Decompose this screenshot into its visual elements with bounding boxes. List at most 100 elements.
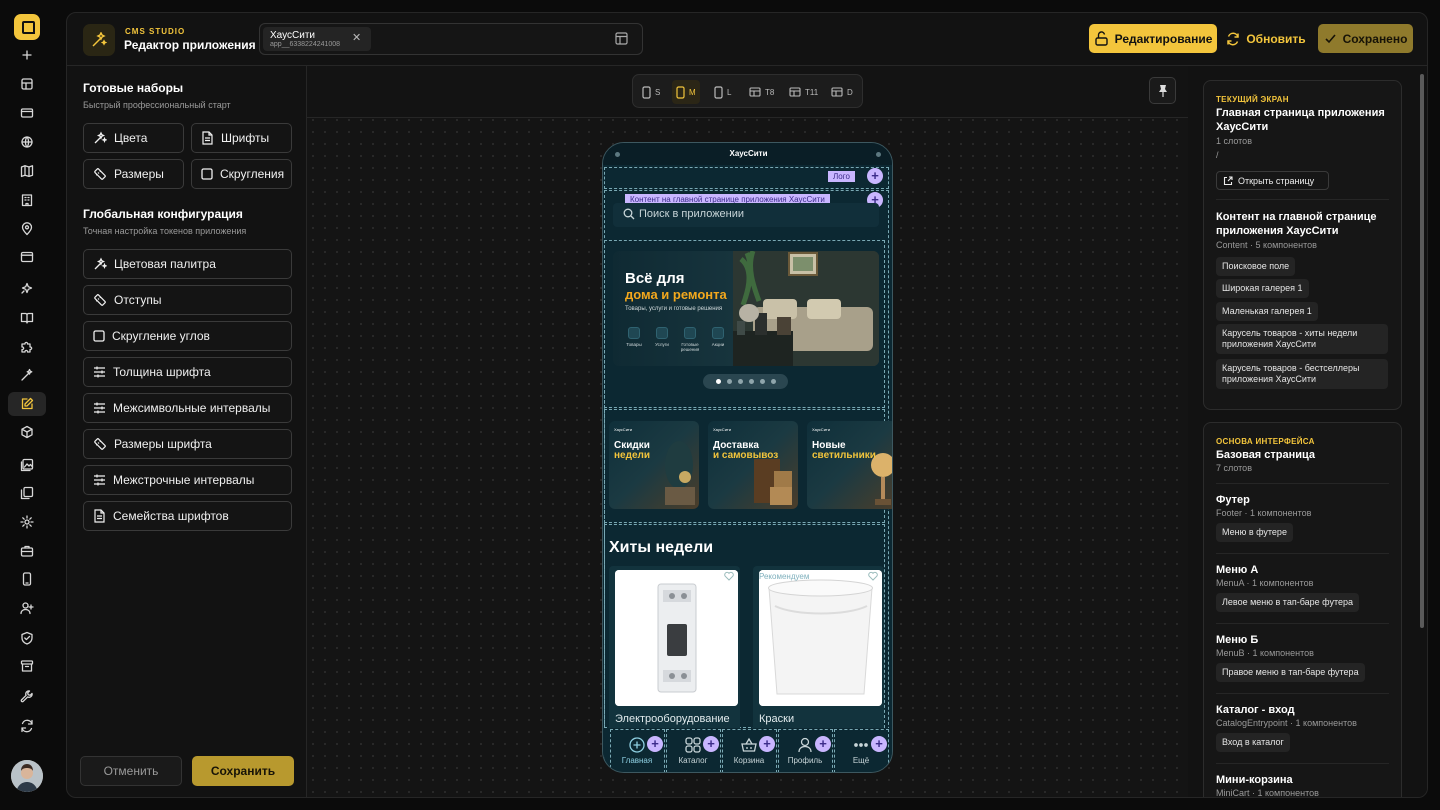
archive-icon[interactable] <box>8 654 46 678</box>
carousel-dot[interactable] <box>770 379 776 384</box>
preset-2-button[interactable]: Размеры <box>83 159 184 189</box>
shield-icon[interactable] <box>8 626 46 650</box>
component-item[interactable]: Правое меню в тап-баре футера <box>1216 663 1365 682</box>
carousel-dot[interactable] <box>748 379 754 384</box>
presets-title: Готовые наборы <box>83 81 184 95</box>
component-item[interactable]: Поисковое поле <box>1216 257 1296 276</box>
browser-icon[interactable] <box>8 245 46 269</box>
scrollbar[interactable] <box>1420 74 1424 628</box>
carousel-dot[interactable] <box>759 379 765 384</box>
product-card[interactable]: Электрооборудование <box>609 566 740 736</box>
building-icon[interactable] <box>8 188 46 212</box>
sync-icon[interactable] <box>8 714 46 738</box>
app-logo[interactable] <box>14 14 40 40</box>
camera-dot <box>876 152 881 157</box>
carousel-dot[interactable] <box>737 379 743 384</box>
card-icon[interactable] <box>8 101 46 125</box>
token-group-3-button[interactable]: Толщина шрифта <box>83 357 292 387</box>
image-icon[interactable] <box>8 453 46 477</box>
cube-icon[interactable] <box>8 420 46 444</box>
breakpoint-m[interactable]: M <box>672 80 700 104</box>
small-banner[interactable]: ХаусСити Новые светильники <box>807 421 892 509</box>
token-group-label: Отступы <box>114 293 162 307</box>
breakpoint-t11[interactable]: T11 <box>785 80 822 104</box>
preset-1-button[interactable]: Шрифты <box>191 123 292 153</box>
product-card[interactable]: Рекомендуем Краски <box>753 566 884 736</box>
heart-icon[interactable] <box>868 571 878 581</box>
edit-icon[interactable] <box>8 392 46 416</box>
breakpoint-l[interactable]: L <box>710 80 735 104</box>
book-icon[interactable] <box>8 306 46 330</box>
breakpoint-d[interactable]: D <box>827 80 857 104</box>
search-field[interactable]: Поиск в приложении <box>613 203 879 227</box>
add-to-tab-slot-button[interactable]: + <box>647 736 663 752</box>
add-to-tab-slot-button[interactable]: + <box>815 736 831 752</box>
pin-button[interactable] <box>1149 77 1176 104</box>
heart-icon[interactable] <box>724 571 734 581</box>
pin-icon[interactable] <box>8 217 46 241</box>
save-button[interactable]: Сохранить <box>192 756 294 786</box>
cancel-button[interactable]: Отменить <box>80 756 182 786</box>
breakpoint-t8[interactable]: T8 <box>745 80 778 104</box>
add-to-tab-slot-button[interactable]: + <box>871 736 887 752</box>
product-image <box>615 570 738 706</box>
token-group-5-button[interactable]: Размеры шрифта <box>83 429 292 459</box>
component-item[interactable]: Левое меню в тап-баре футера <box>1216 593 1360 612</box>
avatar[interactable] <box>11 760 43 792</box>
add-to-tab-slot-button[interactable]: + <box>759 736 775 752</box>
saved-button[interactable]: Сохранено <box>1318 24 1413 53</box>
open-page-button[interactable]: Открыть страницу <box>1216 171 1329 190</box>
tab-label: Профиль <box>787 756 823 765</box>
component-item[interactable]: Карусель товаров - бестселлеры приложени… <box>1216 359 1388 389</box>
current-screen-path: / <box>1216 150 1219 160</box>
user-plus-icon[interactable] <box>8 596 46 620</box>
edit-mode-button[interactable]: Редактирование <box>1089 24 1217 53</box>
refresh-button[interactable]: Обновить <box>1225 24 1307 53</box>
preset-0-button[interactable]: Цвета <box>83 123 184 153</box>
plus-icon[interactable] <box>8 43 46 67</box>
small-banner[interactable]: ХаусСити Доставка и самовывоз <box>708 421 798 509</box>
phone-icon <box>714 85 723 99</box>
copy-icon[interactable] <box>8 481 46 505</box>
token-group-7-button[interactable]: Семейства шрифтов <box>83 501 292 531</box>
hits-title: Хиты недели <box>609 539 714 556</box>
component-item[interactable]: Карусель товаров - хиты недели приложени… <box>1216 324 1388 354</box>
globe-icon[interactable] <box>8 130 46 154</box>
sparkle-icon[interactable] <box>8 277 46 301</box>
wand-icon[interactable] <box>8 363 46 387</box>
close-icon[interactable]: ✕ <box>352 31 361 44</box>
token-group-0-button[interactable]: Цветовая палитра <box>83 249 292 279</box>
presets-subtitle: Быстрый профессиональный старт <box>83 100 231 110</box>
file-icon <box>93 509 106 523</box>
briefcase-icon[interactable] <box>8 539 46 563</box>
component-item[interactable]: Маленькая галерея 1 <box>1216 302 1318 321</box>
add-to-logo-slot-button[interactable]: + <box>867 168 883 184</box>
wrench-icon[interactable] <box>8 685 46 709</box>
component-item[interactable]: Вход в каталог <box>1216 733 1290 752</box>
component-item[interactable]: Меню в футере <box>1216 523 1293 542</box>
pin-icon <box>1158 84 1167 97</box>
settings-icon[interactable] <box>8 510 46 534</box>
token-group-4-button[interactable]: Межсимвольные интервалы <box>83 393 292 423</box>
divider <box>1216 693 1389 694</box>
puzzle-icon[interactable] <box>8 335 46 359</box>
add-to-tab-slot-button[interactable]: + <box>703 736 719 752</box>
token-group-2-button[interactable]: Скругление углов <box>83 321 292 351</box>
hero-banner[interactable]: Всё для дома и ремонта Товары, услуги и … <box>613 251 879 366</box>
preset-3-button[interactable]: Скругления <box>191 159 292 189</box>
small-banner[interactable]: ХаусСити Скидки недели <box>609 421 699 509</box>
token-group-6-button[interactable]: Межстрочные интервалы <box>83 465 292 495</box>
layout-icon[interactable] <box>8 72 46 96</box>
banner-feature: Акции <box>707 327 729 347</box>
breakpoint-s[interactable]: S <box>638 80 664 104</box>
carousel-dot[interactable] <box>726 379 732 384</box>
layout-icon[interactable] <box>615 32 628 45</box>
component-item[interactable]: Широкая галерея 1 <box>1216 279 1309 298</box>
token-group-1-button[interactable]: Отступы <box>83 285 292 315</box>
phone-icon[interactable] <box>8 567 46 591</box>
app-tab[interactable]: ХаусСити app__6338224241008 ✕ <box>263 27 371 51</box>
carousel-dots[interactable] <box>703 374 788 389</box>
slot-title: Меню А <box>1216 564 1259 576</box>
carousel-dot[interactable] <box>715 379 721 384</box>
map-icon[interactable] <box>8 159 46 183</box>
